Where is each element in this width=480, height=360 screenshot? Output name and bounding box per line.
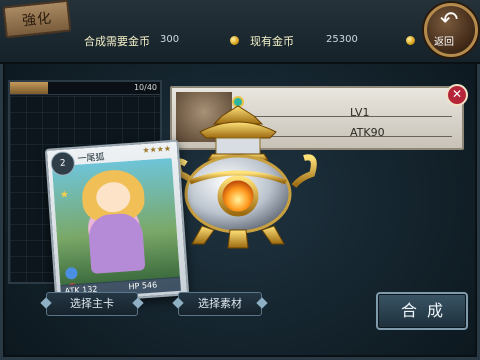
- gold-info-bar: 合成需要金币 300 现有金币 25300: [70, 30, 415, 52]
- game-screen: 強化 合成需要金币 300 现有金币 25300 ↶ 返回 10/40 LV1 …: [0, 0, 480, 360]
- select-main-card-button[interactable]: 选择主卡: [46, 292, 138, 316]
- screen-title: 強化: [21, 10, 53, 30]
- card-hp: HP 546: [128, 280, 158, 292]
- water-element-icon: [65, 266, 78, 280]
- card-capacity-fill: [10, 82, 48, 94]
- close-icon[interactable]: ✕: [446, 84, 468, 106]
- top-bar: 強化 合成需要金币 300 现有金币 25300 ↶ 返回: [0, 0, 480, 64]
- cost-label: 合成需要金币: [84, 35, 150, 48]
- card-artwork: ★: [51, 158, 181, 287]
- back-button[interactable]: ↶ 返回: [424, 3, 478, 57]
- card-name: 一尾狐: [77, 152, 105, 165]
- gold-label: 现有金币: [250, 35, 294, 48]
- card-capacity-text: 10/40: [133, 83, 157, 92]
- gold-value: 25300: [326, 34, 358, 45]
- cost-value: 300: [160, 34, 180, 45]
- fusion-cauldron: [175, 96, 317, 249]
- main-card[interactable]: ★ 2 一尾狐 ★★★★ ATK 132 HP 546: [44, 139, 190, 305]
- back-arrow-icon: ↶: [440, 8, 459, 33]
- combine-button[interactable]: 合成: [376, 292, 468, 330]
- material-level: LV1: [350, 106, 370, 119]
- card-capacity-bar: 10/40: [10, 82, 160, 95]
- star-icon: ★: [59, 189, 70, 201]
- select-material-button[interactable]: 选择素材: [178, 292, 262, 316]
- gold-coin-icon: [406, 36, 415, 45]
- material-atk: ATK90: [350, 126, 385, 139]
- gold-coin-icon: [230, 36, 239, 45]
- screen-title-tag: 強化: [2, 0, 72, 39]
- back-label: 返回: [434, 37, 454, 48]
- character-body: [87, 212, 146, 274]
- rarity-stars: ★★★★: [142, 144, 172, 156]
